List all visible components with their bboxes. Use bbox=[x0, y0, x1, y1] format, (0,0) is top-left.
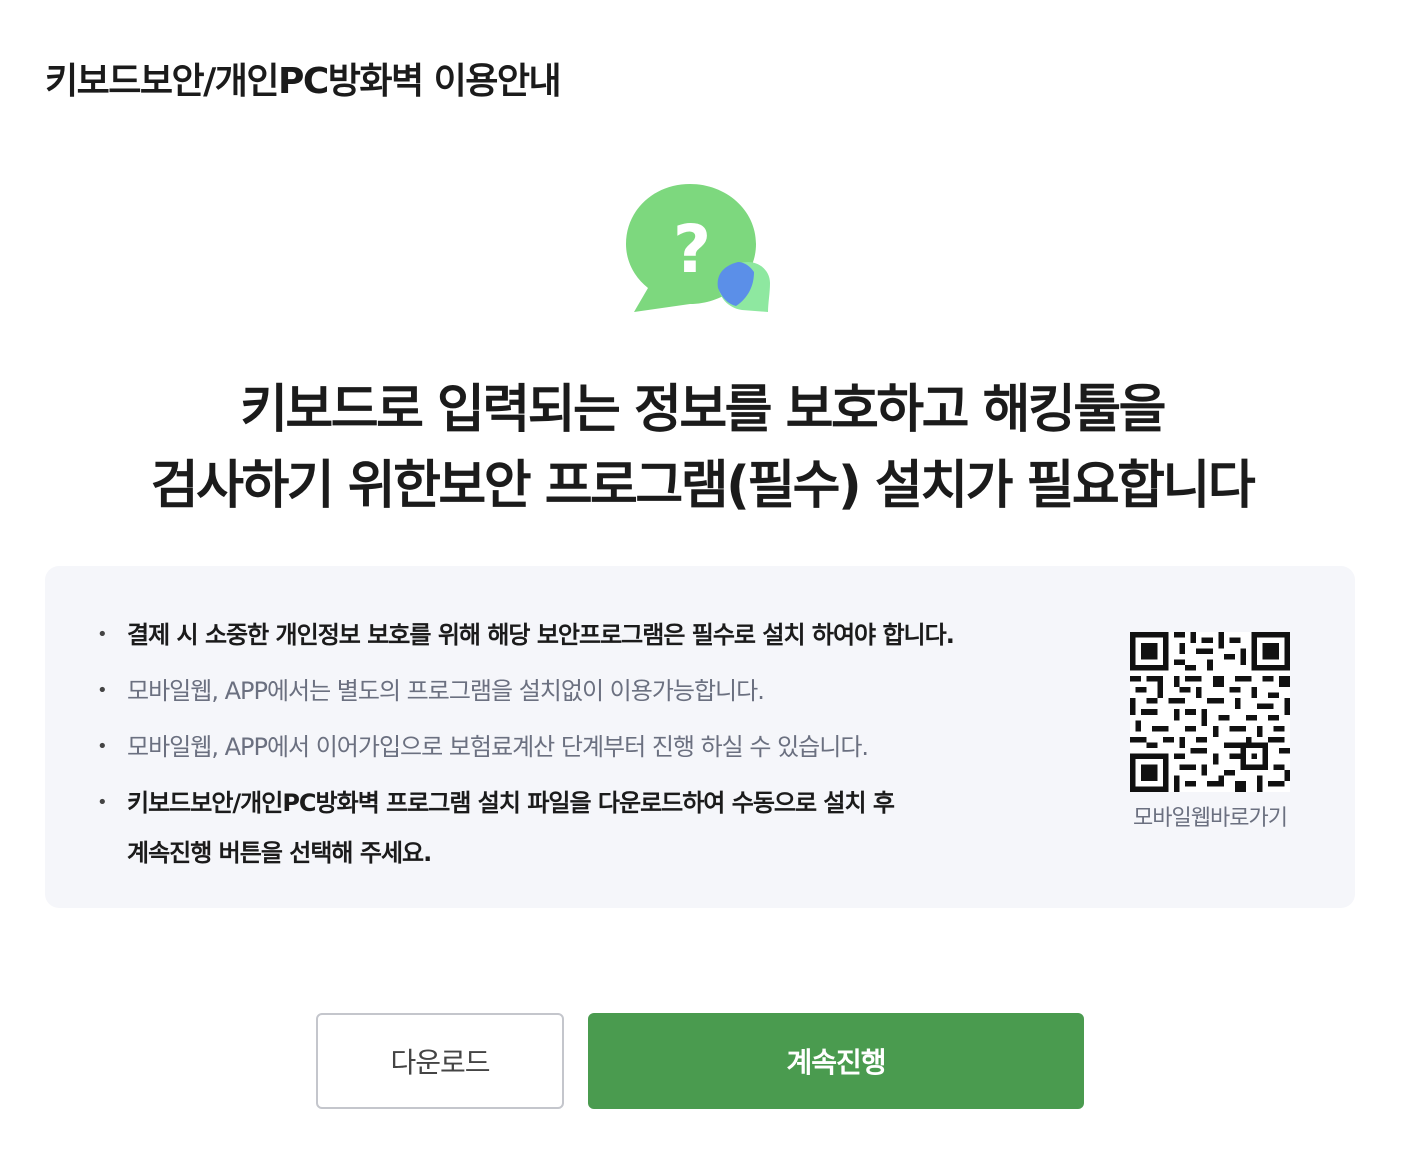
bullet-icon: • bbox=[97, 680, 108, 701]
notice-item-required-install: • 결제 시 소중한 개인정보 보호를 위해 해당 보안프로그램은 필수로 설치… bbox=[97, 610, 1087, 660]
download-button[interactable]: 다운로드 bbox=[316, 1013, 564, 1109]
main-headline: 키보드로 입력되는 정보를 보호하고 해킹툴을 검사하기 위한보안 프로그램(필… bbox=[0, 372, 1404, 524]
info-panel: • 결제 시 소중한 개인정보 보호를 위해 해당 보안프로그램은 필수로 설치… bbox=[45, 566, 1355, 908]
mobile-qr-section: 모바일웹바로가기 bbox=[1130, 632, 1290, 832]
mobile-web-link[interactable]: 모바일웹바로가기 bbox=[1130, 800, 1290, 832]
bullet-icon: • bbox=[97, 736, 108, 757]
bullet-icon: • bbox=[97, 792, 108, 813]
svg-text:?: ? bbox=[673, 211, 711, 288]
question-chat-icon: ? bbox=[626, 182, 776, 317]
bullet-icon: • bbox=[97, 624, 108, 645]
headline-line-1: 키보드로 입력되는 정보를 보호하고 해킹툴을 bbox=[240, 380, 1166, 440]
continue-button[interactable]: 계속진행 bbox=[588, 1013, 1084, 1109]
notice-item-manual-install: • 키보드보안/개인PC방화벽 프로그램 설치 파일을 다운로드하여 수동으로 … bbox=[97, 778, 1087, 878]
notice-list: • 결제 시 소중한 개인정보 보호를 위해 해당 보안프로그램은 필수로 설치… bbox=[97, 610, 1087, 884]
page-title: 키보드보안/개인PC방화벽 이용안내 bbox=[45, 61, 562, 102]
notice-item-continue-signup: • 모바일웹, APP에서 이어가입으로 보험료계산 단계부터 진행 하실 수 … bbox=[97, 722, 1087, 772]
qr-code[interactable] bbox=[1130, 632, 1290, 792]
notice-item-mobile-web: • 모바일웹, APP에서는 별도의 프로그램을 설치없이 이용가능합니다. bbox=[97, 666, 1087, 716]
headline-line-2: 검사하기 위한보안 프로그램(필수) 설치가 필요합니다 bbox=[150, 456, 1256, 516]
